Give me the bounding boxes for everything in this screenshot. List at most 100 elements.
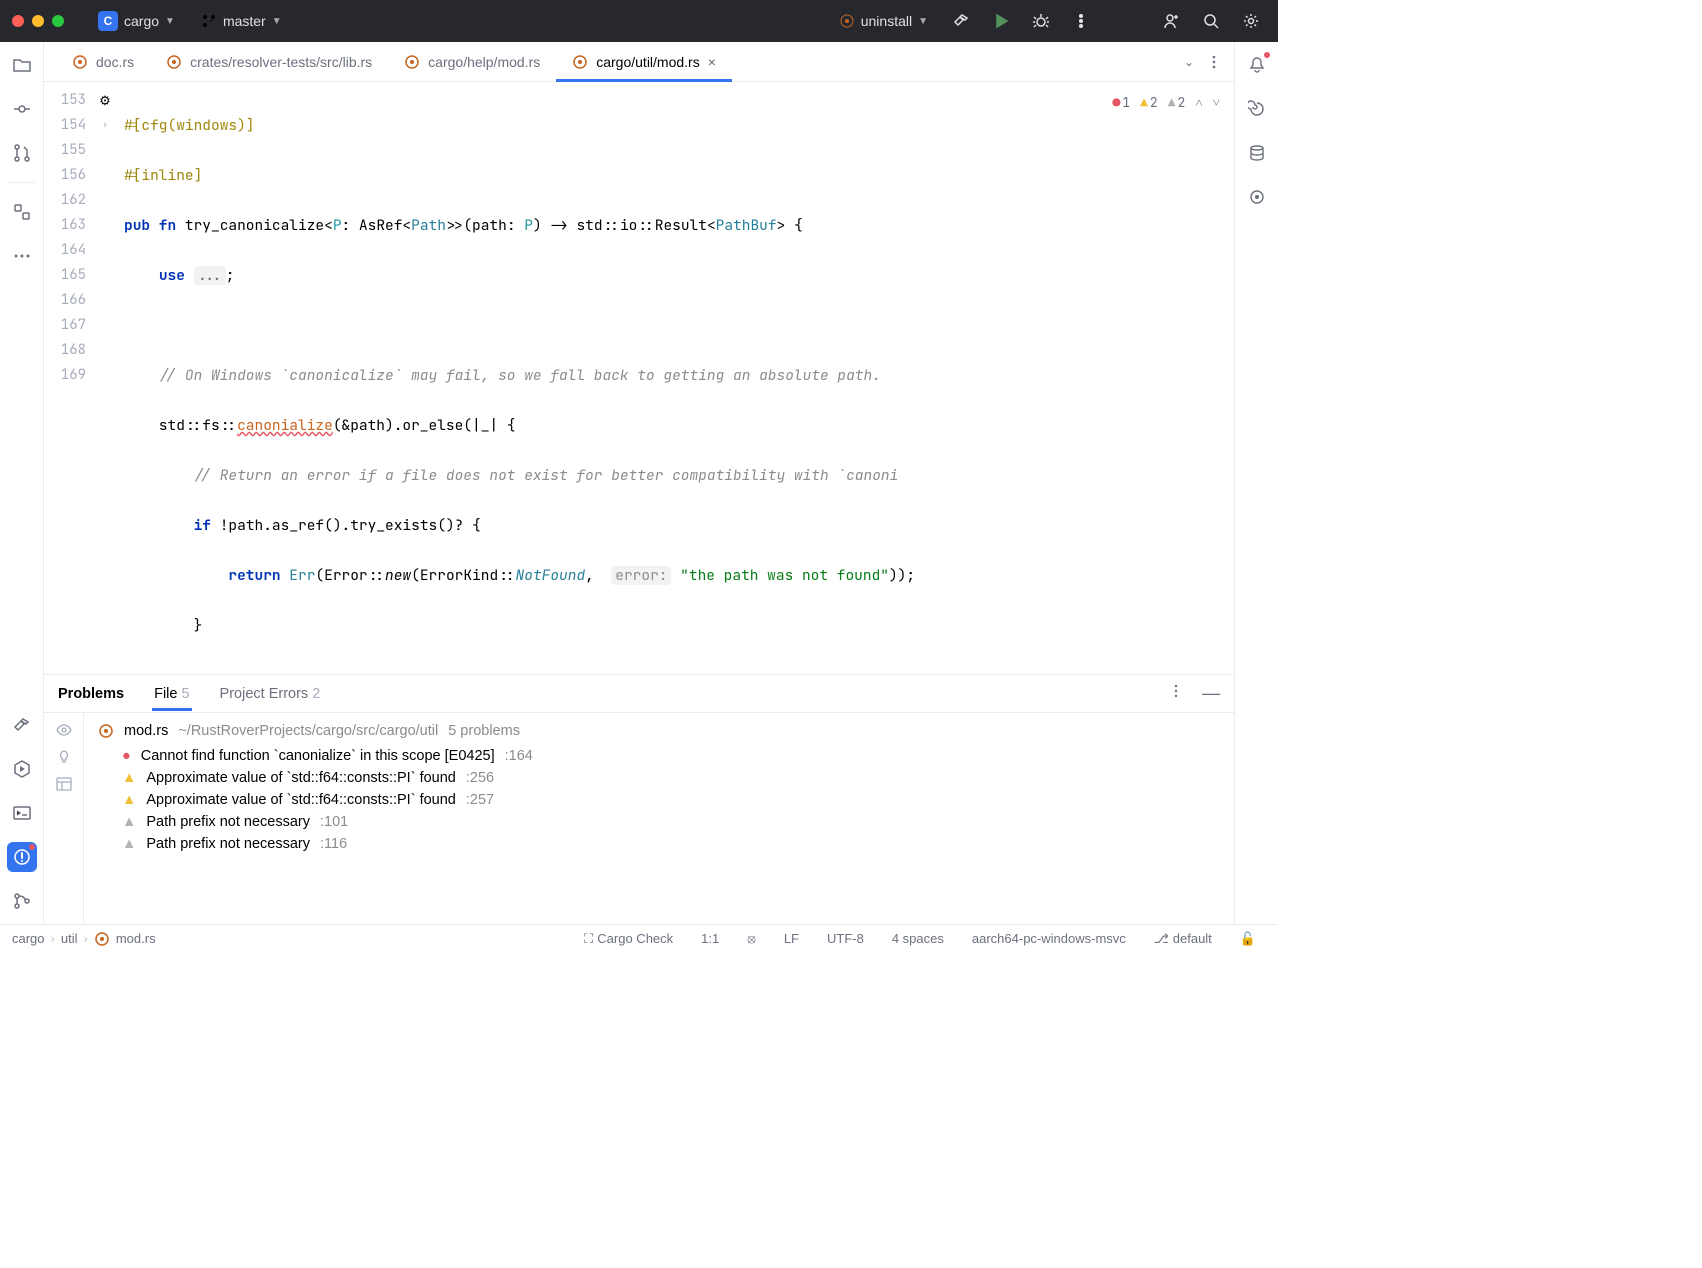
code-area[interactable]: #[cfg(windows)] #[inline] pub fn try_can… [118, 82, 1234, 674]
reader-mode-toggle[interactable]: ⦻ [737, 931, 766, 947]
cargo-button[interactable] [1242, 182, 1272, 212]
structure-tool-button[interactable] [7, 197, 37, 227]
zoom-window-button[interactable] [52, 15, 64, 27]
build-tool-button[interactable] [7, 710, 37, 740]
problem-item[interactable]: ▲Approximate value of `std::f64::consts:… [98, 789, 1220, 811]
spiral-icon [1248, 100, 1266, 118]
hide-panel-button[interactable]: — [1202, 683, 1220, 704]
lock-icon[interactable]: 🔓 [1230, 931, 1266, 947]
warning-icon: ▲ [122, 770, 136, 786]
search-icon [1202, 12, 1220, 30]
build-button[interactable] [946, 6, 976, 36]
bell-icon [1248, 56, 1266, 74]
next-highlight-button[interactable]: ˅ [1213, 90, 1220, 115]
services-tool-button[interactable] [7, 754, 37, 784]
line-ending[interactable]: LF [774, 931, 809, 946]
settings-button[interactable] [1236, 6, 1266, 36]
editor-tab[interactable]: doc.rs [56, 42, 150, 81]
editor-tabbar: doc.rs crates/resolver-tests/src/lib.rs … [44, 42, 1234, 82]
run-button[interactable] [986, 6, 1016, 36]
branch-name: master [223, 13, 266, 29]
more-actions-button[interactable] [1066, 6, 1096, 36]
rust-gear-icon [1248, 188, 1266, 206]
kebab-icon[interactable] [1168, 683, 1184, 699]
rust-icon [404, 54, 420, 70]
encoding[interactable]: UTF-8 [817, 931, 874, 946]
database-button[interactable] [1242, 138, 1272, 168]
gear-gutter-icon[interactable]: ⚙ [99, 88, 111, 113]
problems-tool-button[interactable] [7, 842, 37, 872]
bulb-icon[interactable] [56, 749, 72, 765]
project-tool-button[interactable] [7, 50, 37, 80]
rust-icon [72, 54, 88, 70]
indent[interactable]: 4 spaces [882, 931, 954, 946]
editor-tab-active[interactable]: cargo/util/mod.rs × [556, 42, 732, 81]
editor-tab[interactable]: cargo/help/mod.rs [388, 42, 556, 81]
main-area: doc.rs crates/resolver-tests/src/lib.rs … [44, 42, 1234, 924]
more-tools-button[interactable] [7, 241, 37, 271]
terminal-tool-button[interactable] [7, 798, 37, 828]
target[interactable]: aarch64-pc-windows-msvc [962, 931, 1136, 946]
error-badge-icon: ● [1112, 90, 1120, 115]
pull-requests-tool-button[interactable] [7, 138, 37, 168]
vcs-tool-button[interactable] [7, 886, 37, 916]
ellipsis-icon [12, 246, 32, 266]
analyzer-status[interactable]: ⛶Cargo Check [574, 931, 683, 947]
rust-icon [98, 723, 114, 739]
branch-selector[interactable]: master ▼ [193, 9, 290, 33]
chevron-down-icon[interactable]: ⌄ [1184, 55, 1194, 69]
inspection-widget[interactable]: ●1 ▲2 ▲2 ˄ ˅ [1112, 90, 1220, 115]
eye-icon[interactable] [55, 721, 73, 739]
rust-icon [166, 54, 182, 70]
project-errors-tab[interactable]: Project Errors2 [220, 686, 321, 702]
hammer-icon [952, 12, 970, 30]
problem-item[interactable]: ●Cannot find function `canonialize` in t… [98, 745, 1220, 767]
close-tab-button[interactable]: × [708, 54, 716, 70]
prev-highlight-button[interactable]: ˄ [1195, 90, 1202, 115]
kebab-icon[interactable] [1206, 54, 1222, 70]
left-tool-strip [0, 42, 44, 924]
file-tab[interactable]: File5 [154, 686, 189, 702]
minimize-window-button[interactable] [32, 15, 44, 27]
tab-label: cargo/help/mod.rs [428, 54, 540, 70]
ai-assistant-button[interactable] [1242, 94, 1272, 124]
chevron-down-icon: ▼ [272, 16, 282, 27]
tab-label: doc.rs [96, 54, 134, 70]
project-badge: C [98, 11, 118, 31]
close-window-button[interactable] [12, 15, 24, 27]
breadcrumb[interactable]: cargo› util› mod.rs [12, 931, 156, 947]
warning-icon: ▲ [122, 792, 136, 808]
run-config-selector[interactable]: uninstall ▼ [831, 9, 936, 33]
problem-item[interactable]: ▲Path prefix not necessary:116 [98, 833, 1220, 855]
search-button[interactable] [1196, 6, 1226, 36]
notifications-button[interactable] [1242, 50, 1272, 80]
problems-side-toolbar [44, 713, 84, 924]
weak-warning-badge-icon: ▲ [1168, 90, 1176, 115]
caret-position[interactable]: 1:1 [691, 931, 729, 946]
window-controls [12, 15, 64, 27]
problem-item[interactable]: ▲Path prefix not necessary:101 [98, 811, 1220, 833]
chevron-down-icon: ▼ [918, 16, 928, 27]
editor[interactable]: 153 154 155 156 162 163 164 165 166 167 … [44, 82, 1234, 674]
commit-tool-button[interactable] [7, 94, 37, 124]
project-selector[interactable]: C cargo ▼ [90, 7, 183, 35]
rust-icon [839, 13, 855, 29]
title-bar: C cargo ▼ master ▼ uninstall ▼ [0, 0, 1278, 42]
problems-tab[interactable]: Problems [58, 686, 124, 702]
profile[interactable]: ⎇default [1144, 931, 1222, 947]
editor-tab[interactable]: crates/resolver-tests/src/lib.rs [150, 42, 388, 81]
problems-icon [12, 847, 32, 867]
problem-item[interactable]: ▲Approximate value of `std::f64::consts:… [98, 767, 1220, 789]
person-plus-icon [1162, 12, 1180, 30]
rust-icon [572, 54, 588, 70]
fold-icon[interactable]: › [103, 113, 107, 138]
code-with-me-button[interactable] [1156, 6, 1186, 36]
file-problem-count: 5 problems [448, 723, 520, 739]
bug-icon [1032, 12, 1050, 30]
layout-icon[interactable] [55, 775, 73, 793]
hex-play-icon [12, 759, 32, 779]
gear-icon [1242, 12, 1260, 30]
folder-icon [12, 55, 32, 75]
problems-file-header[interactable]: mod.rs ~/RustRoverProjects/cargo/src/car… [98, 723, 1220, 739]
debug-button[interactable] [1026, 6, 1056, 36]
